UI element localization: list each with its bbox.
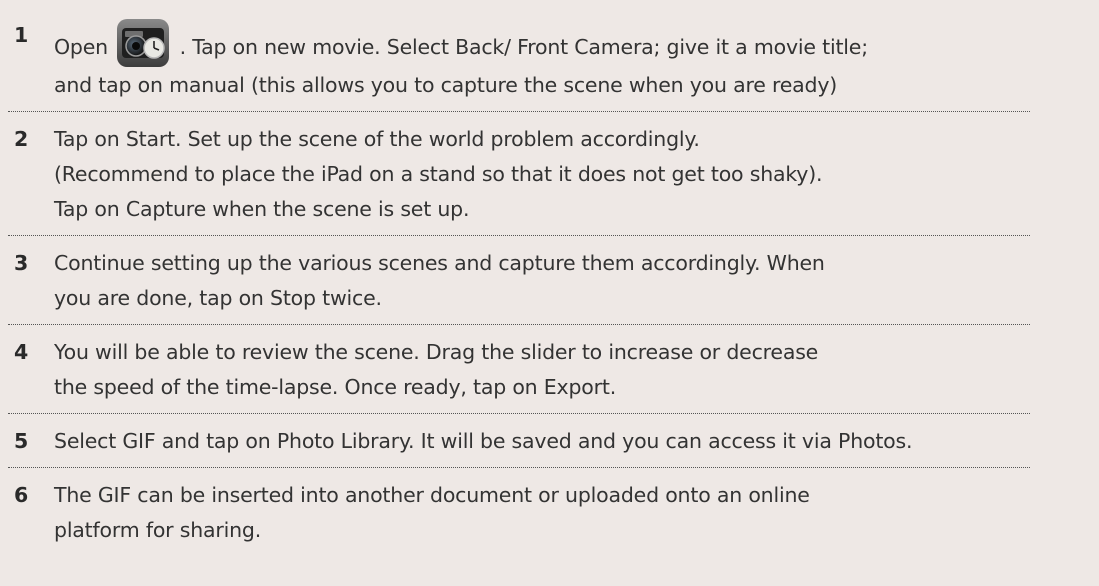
step-5: 5 Select GIF and tap on Photo Library. I…: [8, 424, 1048, 467]
step-number: 1: [14, 23, 29, 47]
step-line-end: . Tap on new movie. Select Back/ Front C…: [173, 35, 869, 59]
dotted-divider: [8, 467, 1030, 468]
step-4: 4 You will be able to review the scene. …: [8, 335, 1048, 413]
step-line: Open . Tap on new movie. Select Back/ Fr…: [54, 18, 1048, 68]
step-text: You will be able to review the scene. Dr…: [54, 335, 1048, 405]
step-number: 3: [14, 251, 29, 275]
step-line: (Recommend to place the iPad on a stand …: [54, 162, 823, 186]
step-1: 1 Open . Tap on new movie. Select Back/ …: [8, 18, 1048, 111]
step-line: Select GIF and tap on Photo Library. It …: [54, 429, 913, 453]
step-line: platform for sharing.: [54, 518, 262, 542]
camera-clock-app-icon: [117, 19, 170, 67]
step-text: Tap on Start. Set up the scene of the wo…: [54, 122, 1048, 227]
step-line: Tap on Capture when the scene is set up.: [54, 197, 470, 221]
step-text: The GIF can be inserted into another doc…: [54, 478, 1048, 548]
step-text: Continue setting up the various scenes a…: [54, 246, 1048, 316]
step-line: you are done, tap on Stop twice.: [54, 286, 382, 310]
step-2: 2 Tap on Start. Set up the scene of the …: [8, 122, 1048, 235]
step-3: 3 Continue setting up the various scenes…: [8, 246, 1048, 324]
step-line: Continue setting up the various scenes a…: [54, 251, 825, 275]
step-line: Tap on Start. Set up the scene of the wo…: [54, 127, 700, 151]
dotted-divider: [8, 324, 1030, 325]
step-line: the speed of the time-lapse. Once ready,…: [54, 375, 617, 399]
dotted-divider: [8, 235, 1030, 236]
step-6: 6 The GIF can be inserted into another d…: [8, 478, 1048, 556]
dotted-divider: [8, 111, 1030, 112]
step-text: Open . Tap on new movie. Select Back/ Fr…: [54, 18, 1048, 103]
step-line: You will be able to review the scene. Dr…: [54, 340, 819, 364]
step-number: 5: [14, 429, 29, 453]
step-line: The GIF can be inserted into another doc…: [54, 483, 810, 507]
step-number: 6: [14, 483, 29, 507]
instruction-steps: 1 Open . Tap on new movie. Select Back/ …: [8, 18, 1048, 556]
step-line: and tap on manual (this allows you to ca…: [54, 73, 838, 97]
step-text: Select GIF and tap on Photo Library. It …: [54, 424, 1048, 459]
step-number: 4: [14, 340, 29, 364]
step-number: 2: [14, 127, 29, 151]
step-line-start: Open: [54, 35, 115, 59]
dotted-divider: [8, 413, 1030, 414]
